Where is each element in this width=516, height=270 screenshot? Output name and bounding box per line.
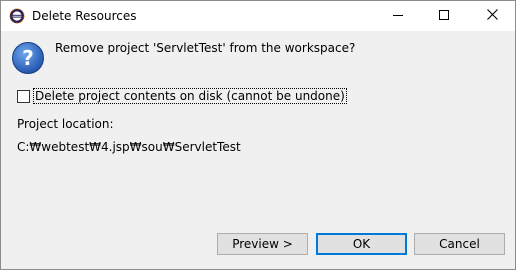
delete-contents-checkbox-row[interactable]: Delete project contents on disk (cannot … — [17, 88, 347, 104]
project-location-label: Project location: — [17, 117, 114, 131]
close-button[interactable] — [469, 1, 515, 31]
project-location-value: C:₩webtest₩4.jsp₩sou₩ServletTest — [17, 140, 241, 154]
maximize-button[interactable] — [421, 1, 467, 31]
preview-button[interactable]: Preview > — [217, 233, 308, 255]
close-icon — [486, 9, 498, 23]
eclipse-icon — [9, 8, 25, 24]
svg-text:?: ? — [22, 46, 34, 70]
minimize-icon — [393, 9, 403, 23]
ok-button[interactable]: OK — [316, 233, 407, 255]
question-icon: ? — [11, 41, 45, 75]
dialog-message: Remove project 'ServletTest' from the wo… — [55, 41, 356, 55]
maximize-icon — [439, 9, 449, 23]
cancel-button[interactable]: Cancel — [414, 233, 505, 255]
minimize-button[interactable] — [375, 1, 421, 31]
window-title: Delete Resources — [32, 9, 137, 23]
delete-contents-checkbox[interactable] — [17, 89, 30, 103]
delete-contents-label[interactable]: Delete project contents on disk (cannot … — [33, 88, 347, 104]
title-bar[interactable]: Delete Resources — [1, 1, 515, 31]
delete-resources-dialog: Delete Resources ? Remove project 'Servl… — [0, 0, 516, 270]
